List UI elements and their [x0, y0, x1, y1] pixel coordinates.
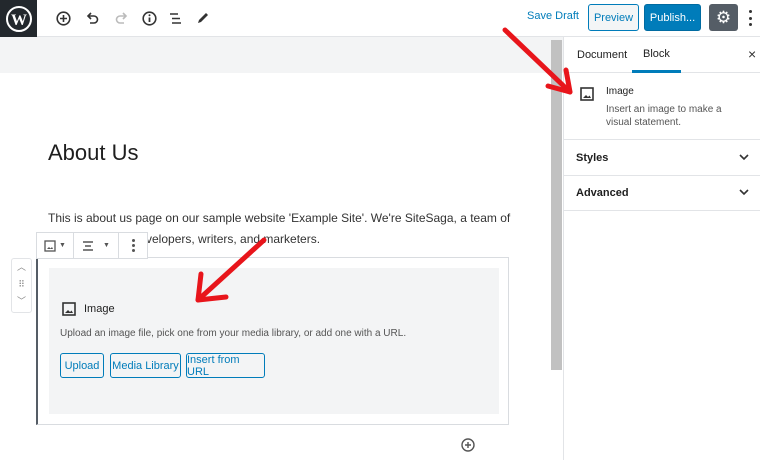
save-draft-button[interactable]: Save Draft: [527, 10, 579, 22]
image-icon: [62, 302, 76, 316]
block-card: Image Insert an image to make a visual s…: [564, 73, 760, 140]
editor-header-band: [0, 37, 563, 73]
more-icon[interactable]: [746, 8, 754, 28]
move-down-icon[interactable]: ﹀: [12, 293, 31, 310]
tab-block[interactable]: Block: [632, 37, 681, 73]
block-card-description: Insert an image to make a visual stateme…: [606, 104, 722, 128]
move-up-icon[interactable]: ︿: [12, 259, 31, 276]
insert-from-url-button[interactable]: Insert from URL: [186, 353, 265, 378]
add-block-icon[interactable]: [52, 7, 74, 29]
align-center-icon: [83, 240, 94, 251]
top-toolbar: W Save Draft Preview Publish... ⚙: [0, 0, 760, 37]
wordpress-logo[interactable]: W: [0, 0, 37, 37]
block-type-switcher[interactable]: ▼: [37, 233, 74, 258]
settings-sidebar: Document Block × Image Insert an image t…: [563, 37, 760, 460]
image-icon: [44, 239, 56, 252]
panel-styles-label: Styles: [576, 151, 609, 164]
chevron-down-icon: [739, 189, 749, 196]
paragraph-line-2[interactable]: velopers, writers, and marketers.: [146, 232, 320, 246]
image-block-label: Image: [84, 303, 115, 315]
image-placeholder: Image Upload an image file, pick one fro…: [49, 268, 499, 414]
block-toolbar: ▼ ▼: [36, 232, 148, 259]
image-instructions: Upload an image file, pick one from your…: [60, 328, 407, 339]
image-icon: [580, 87, 594, 101]
svg-text:W: W: [11, 12, 27, 29]
scrollbar[interactable]: [551, 40, 562, 370]
gear-icon[interactable]: ⚙: [709, 4, 738, 31]
panel-styles[interactable]: Styles: [564, 140, 760, 176]
close-icon[interactable]: ×: [748, 46, 756, 62]
image-block[interactable]: Image Upload an image file, pick one fro…: [36, 257, 509, 425]
undo-icon[interactable]: [81, 7, 103, 29]
more-options-icon[interactable]: [119, 233, 147, 258]
paragraph-line-1[interactable]: This is about us page on our sample webs…: [48, 211, 510, 225]
redo-icon: [110, 7, 132, 29]
upload-button[interactable]: Upload: [60, 353, 104, 378]
align-button[interactable]: ▼: [74, 233, 119, 258]
info-icon[interactable]: [138, 7, 160, 29]
panel-advanced[interactable]: Advanced: [564, 176, 760, 211]
tab-document[interactable]: Document: [566, 37, 638, 73]
preview-button[interactable]: Preview: [588, 4, 639, 31]
add-block-icon[interactable]: [461, 438, 475, 452]
drag-handle-icon[interactable]: ⠿: [12, 276, 31, 293]
edit-icon[interactable]: [191, 7, 213, 29]
chevron-down-icon: [739, 153, 749, 160]
list-view-icon[interactable]: [164, 7, 186, 29]
media-library-button[interactable]: Media Library: [110, 353, 181, 378]
panel-advanced-label: Advanced: [576, 187, 629, 199]
block-card-title: Image: [606, 86, 634, 97]
page-title[interactable]: About Us: [48, 140, 139, 166]
publish-button[interactable]: Publish...: [644, 4, 701, 31]
block-mover: ︿ ⠿ ﹀: [11, 258, 32, 313]
